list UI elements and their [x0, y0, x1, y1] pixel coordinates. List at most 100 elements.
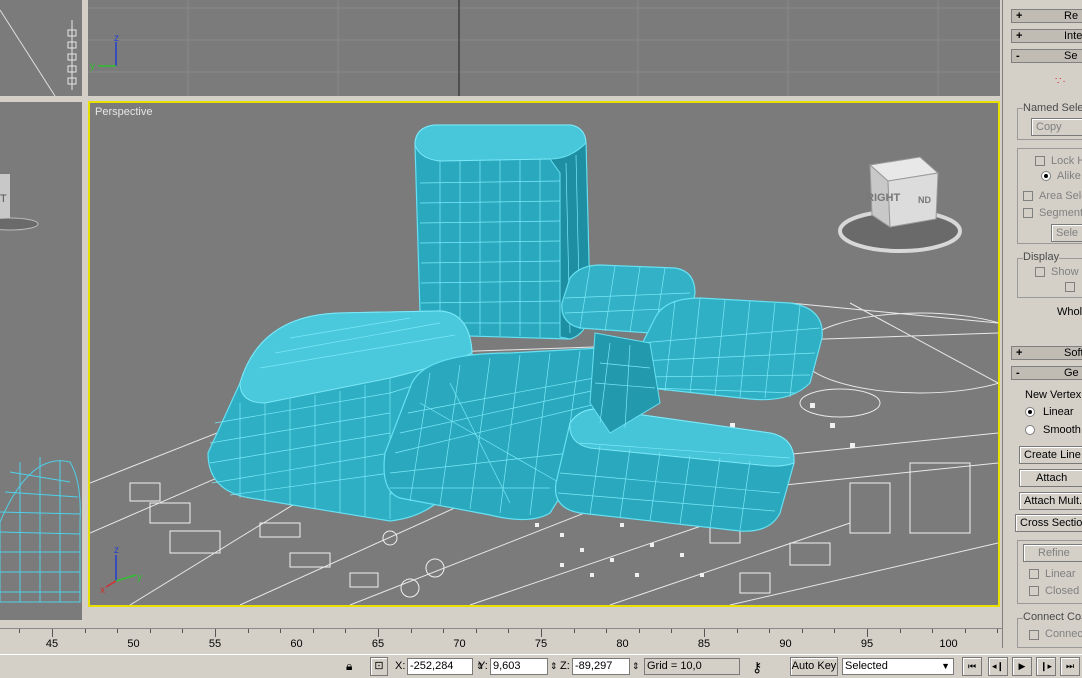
timeline-tick: [52, 629, 53, 637]
connect-copy-label: Connect Co: [1023, 611, 1082, 623]
timeline-tick: [899, 629, 901, 633]
perspective-viewport[interactable]: Perspective RIGHT ND z y x: [88, 101, 1000, 607]
front-axis-gizmo: z y: [90, 33, 119, 72]
linear-label: Linear: [1043, 406, 1074, 418]
timeline-label: 90: [779, 638, 792, 650]
grid-size-display: Grid = 10,0: [644, 658, 740, 675]
attach-mult-button[interactable]: Attach Mult.: [1019, 492, 1082, 510]
refine-closed-checkbox[interactable]: [1029, 586, 1039, 596]
svg-text:x: x: [100, 585, 105, 596]
rollout-interpolation[interactable]: +Inter: [1011, 29, 1082, 43]
timeline-label: 60: [290, 638, 303, 650]
command-panel: +Re +Inter -Se ∵· Named Sele Copy Lock H…: [1002, 0, 1082, 648]
refine-linear-label: Linear: [1045, 568, 1076, 580]
svg-text:ND: ND: [918, 195, 931, 205]
z-coord-label: Z:: [560, 660, 570, 672]
smooth-radio[interactable]: [1025, 425, 1035, 435]
timeline-label: 50: [127, 638, 140, 650]
go-to-start-button[interactable]: ⏮: [962, 657, 982, 676]
svg-text:z: z: [114, 33, 119, 44]
cross-section-button[interactable]: Cross Section: [1015, 514, 1082, 532]
display-label: Display: [1023, 251, 1060, 263]
timeline-label: 65: [371, 638, 385, 650]
display-group: [1017, 258, 1082, 298]
timeline-tick: [345, 629, 347, 633]
segment-end-checkbox[interactable]: [1023, 208, 1033, 218]
x-coord-field[interactable]: -252,284: [407, 658, 473, 675]
next-frame-button[interactable]: ❙▸: [1036, 657, 1056, 676]
create-line-button[interactable]: Create Line: [1019, 446, 1082, 464]
timeline-tick: [606, 629, 608, 633]
y-spinner-icon[interactable]: ⇕: [550, 661, 558, 672]
timeline-label: 55: [208, 638, 222, 650]
select-by-button[interactable]: Sele: [1051, 224, 1082, 242]
timeline-tick: [247, 629, 249, 633]
refine-button[interactable]: Refine: [1023, 544, 1082, 562]
refine-linear-checkbox[interactable]: [1029, 569, 1039, 579]
timeline-tick: [541, 629, 542, 637]
timeline-tick: [117, 629, 119, 633]
timeline-ruler[interactable]: 45 50 55 60 65 70 75 80 85 90 95 100: [0, 628, 1002, 655]
timeline-label: 75: [534, 638, 548, 650]
play-button[interactable]: ▶: [1012, 657, 1032, 676]
area-selection-label: Area Sele: [1039, 190, 1082, 202]
perspective-canvas: RIGHT ND z y x: [90, 124, 998, 605]
svg-text:z: z: [114, 545, 119, 556]
previous-frame-button[interactable]: ◂❙: [988, 657, 1008, 676]
timeline-label: 80: [616, 638, 629, 650]
left-viewport-canvas: T: [0, 174, 81, 603]
absolute-mode-toggle[interactable]: ⊡: [370, 657, 388, 676]
new-vertex-type-label: New Vertex: [1025, 389, 1082, 401]
segment-end-label: Segment: [1039, 207, 1082, 219]
lock-selection-icon[interactable]: 🔒︎: [346, 659, 352, 674]
timeline-label: 95: [860, 638, 874, 650]
refine-closed-label: Closed: [1045, 585, 1080, 597]
timeline-tick: [312, 629, 314, 633]
timeline-tick: [19, 629, 21, 633]
z-spinner-icon[interactable]: ⇕: [632, 661, 640, 672]
timeline-tick: [997, 629, 999, 633]
chevron-down-icon[interactable]: ▼: [941, 659, 950, 674]
show-vertex-numbers-checkbox[interactable]: [1035, 267, 1045, 277]
rollout-soft-selection[interactable]: +Soft S: [1011, 346, 1082, 360]
rollout-geometry[interactable]: - Ge: [1011, 366, 1082, 380]
vertex-selection-icon[interactable]: ∵·: [1055, 76, 1067, 87]
linear-radio[interactable]: [1025, 407, 1035, 417]
timeline-tick: [410, 629, 412, 633]
front-viewport[interactable]: z y: [88, 0, 1000, 96]
selected-only-checkbox[interactable]: [1065, 282, 1075, 292]
timeline-tick: [149, 629, 151, 633]
svg-text:RIGHT: RIGHT: [866, 192, 901, 204]
rollout-rendering[interactable]: + Re: [1011, 9, 1082, 23]
z-coord-field[interactable]: -89,297: [572, 658, 630, 675]
copy-button[interactable]: Copy: [1031, 118, 1082, 136]
timeline-tick: [573, 629, 575, 633]
timeline-tick: [508, 629, 510, 633]
top-viewport-canvas: [0, 9, 77, 96]
timeline-label: 70: [453, 638, 466, 650]
connect-checkbox[interactable]: [1029, 630, 1039, 640]
timeline-tick: [964, 629, 966, 633]
attach-button[interactable]: Attach: [1019, 469, 1082, 487]
auto-key-button[interactable]: Auto Key: [790, 657, 838, 676]
timeline-tick: [801, 629, 803, 633]
left-viewport[interactable]: T: [0, 102, 82, 620]
go-to-end-button[interactable]: ⏭: [1060, 657, 1080, 676]
rollout-selection[interactable]: - Se: [1011, 49, 1082, 63]
area-selection-checkbox[interactable]: [1023, 191, 1033, 201]
timeline-tick: [84, 629, 86, 633]
svg-text:T: T: [0, 193, 7, 205]
connect-label: Connec: [1045, 628, 1082, 640]
alike-radio[interactable]: [1041, 171, 1051, 181]
top-viewport[interactable]: [0, 0, 82, 96]
timeline-tick: [704, 629, 705, 637]
status-bar: 🔒︎ ⊡ X: -252,284 ⇕ Y: 9,603 ⇕ Z: -89,297…: [0, 654, 1082, 678]
set-key-icon[interactable]: ⚷: [752, 659, 762, 676]
y-coord-field[interactable]: 9,603: [490, 658, 548, 675]
timeline-tick: [475, 629, 477, 633]
viewcube: RIGHT ND: [838, 156, 962, 253]
key-filter-select[interactable]: Selected ▼: [842, 658, 954, 675]
timeline-tick: [215, 629, 216, 637]
right-upper-block-mesh: [633, 297, 823, 401]
lock-handles-checkbox[interactable]: [1035, 156, 1045, 166]
